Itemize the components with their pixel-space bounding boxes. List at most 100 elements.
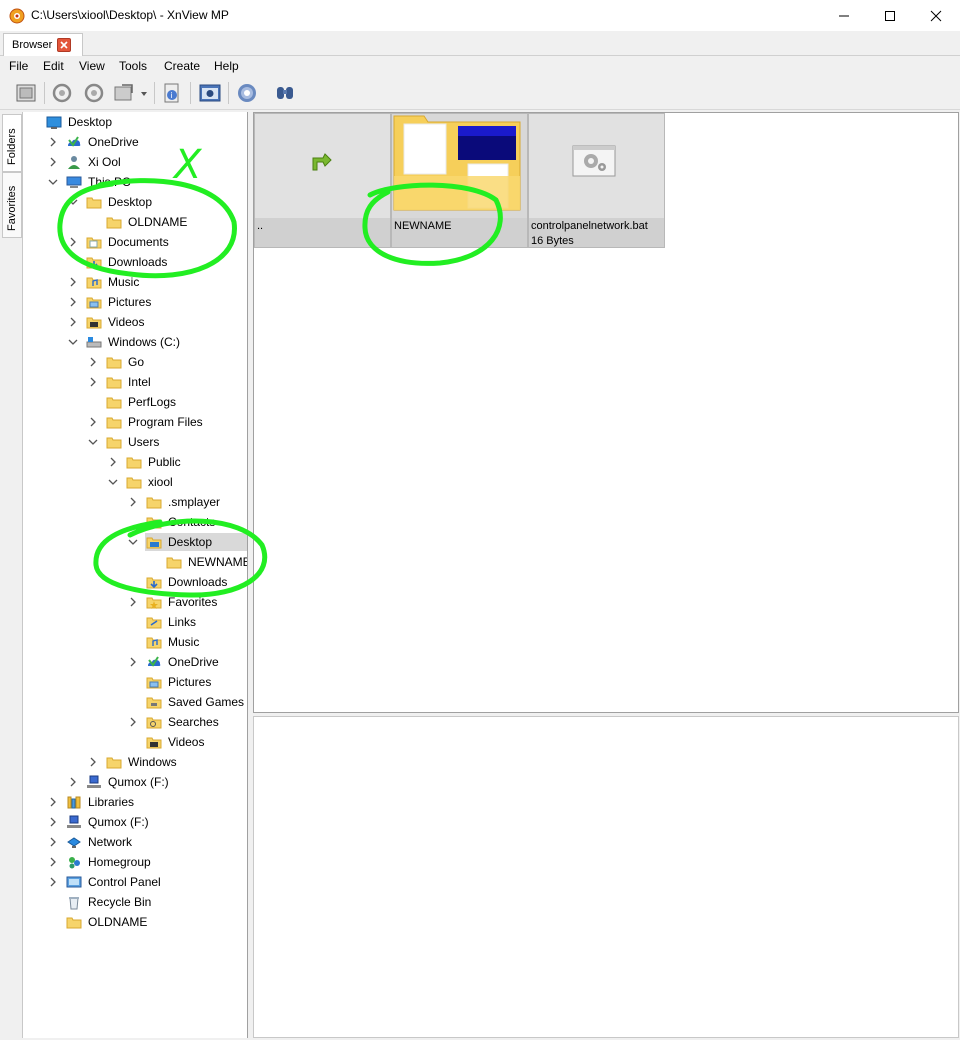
tree-item[interactable]: Users bbox=[23, 432, 247, 452]
toolbar-separator bbox=[228, 82, 229, 104]
chevron-right-icon[interactable] bbox=[107, 456, 119, 468]
tree-item[interactable]: Desktop bbox=[23, 192, 247, 212]
tree-item[interactable]: PerfLogs bbox=[23, 392, 247, 412]
tree-item-label: NEWNAME bbox=[188, 555, 248, 569]
tree-item[interactable]: Pictures bbox=[23, 292, 247, 312]
tree-item[interactable]: Downloads bbox=[23, 572, 247, 592]
chevron-down-icon[interactable] bbox=[107, 476, 119, 488]
tree-item[interactable]: Network bbox=[23, 832, 247, 852]
chevron-right-icon[interactable] bbox=[87, 756, 99, 768]
chevron-right-icon[interactable] bbox=[67, 296, 79, 308]
tree-item[interactable]: Music bbox=[23, 632, 247, 652]
side-tab-folders[interactable]: Folders bbox=[2, 114, 22, 172]
chevron-right-icon[interactable] bbox=[47, 816, 59, 828]
tree-item[interactable]: OneDrive bbox=[23, 652, 247, 672]
rotate-left-button[interactable] bbox=[50, 81, 74, 105]
tree-item[interactable]: Windows bbox=[23, 752, 247, 772]
chevron-right-icon[interactable] bbox=[47, 876, 59, 888]
chevron-right-icon[interactable] bbox=[47, 156, 59, 168]
tree-item[interactable]: Favorites bbox=[23, 592, 247, 612]
tree-item[interactable]: OLDNAME bbox=[23, 212, 247, 232]
tree-item[interactable]: Recycle Bin bbox=[23, 892, 247, 912]
tree-item[interactable]: Saved Games bbox=[23, 692, 247, 712]
tree-item[interactable]: Videos bbox=[23, 732, 247, 752]
side-tab-favorites[interactable]: Favorites bbox=[2, 172, 22, 238]
find-button[interactable] bbox=[273, 81, 297, 105]
chevron-right-icon[interactable] bbox=[127, 716, 139, 728]
thumbnail-item[interactable]: .. bbox=[254, 113, 391, 248]
minimize-button[interactable] bbox=[821, 0, 867, 31]
tree-item[interactable]: xiool bbox=[23, 472, 247, 492]
tree-item[interactable]: Qumox (F:) bbox=[23, 812, 247, 832]
chevron-right-icon[interactable] bbox=[47, 856, 59, 868]
tree-item[interactable]: Public bbox=[23, 452, 247, 472]
capture-button[interactable] bbox=[198, 81, 222, 105]
tree-item[interactable]: Libraries bbox=[23, 792, 247, 812]
fullscreen-button[interactable] bbox=[14, 81, 38, 105]
tree-item[interactable]: Desktop bbox=[23, 532, 247, 552]
chevron-right-icon[interactable] bbox=[67, 236, 79, 248]
settings-button[interactable] bbox=[235, 81, 259, 105]
chevron-down-icon[interactable] bbox=[67, 196, 79, 208]
tree-item[interactable]: Program Files bbox=[23, 412, 247, 432]
menu-edit[interactable]: Edit bbox=[43, 59, 64, 73]
tree-item[interactable]: Homegroup bbox=[23, 852, 247, 872]
tree-item[interactable]: Downloads bbox=[23, 252, 247, 272]
tree-item[interactable]: .smplayer bbox=[23, 492, 247, 512]
tree-item[interactable]: Documents bbox=[23, 232, 247, 252]
tree-item[interactable]: Qumox (F:) bbox=[23, 772, 247, 792]
close-icon bbox=[930, 10, 942, 21]
tree-item-label: Intel bbox=[128, 375, 151, 389]
tree-item[interactable]: Music bbox=[23, 272, 247, 292]
close-window-button[interactable] bbox=[913, 0, 959, 31]
chevron-right-icon[interactable] bbox=[47, 796, 59, 808]
chevron-right-icon[interactable] bbox=[67, 776, 79, 788]
chevron-down-icon[interactable] bbox=[127, 536, 139, 548]
chevron-right-icon[interactable] bbox=[87, 376, 99, 388]
menu-view[interactable]: View bbox=[79, 59, 105, 73]
chevron-right-icon[interactable] bbox=[87, 416, 99, 428]
tree-item-label: Program Files bbox=[128, 415, 203, 429]
chevron-right-icon[interactable] bbox=[47, 836, 59, 848]
tree-item[interactable]: NEWNAME bbox=[23, 552, 248, 572]
menu-tools[interactable]: Tools bbox=[119, 59, 147, 73]
menu-help[interactable]: Help bbox=[214, 59, 239, 73]
transform-button[interactable] bbox=[112, 81, 147, 105]
tree-item[interactable]: Intel bbox=[23, 372, 247, 392]
chevron-right-icon[interactable] bbox=[67, 316, 79, 328]
tree-item[interactable]: Contacts bbox=[23, 512, 247, 532]
searches-icon bbox=[146, 717, 162, 729]
menu-file[interactable]: File bbox=[9, 59, 28, 73]
tree-item[interactable]: Searches bbox=[23, 712, 247, 732]
tree-item[interactable]: OneDrive bbox=[23, 132, 247, 152]
rotate-right-button[interactable] bbox=[82, 81, 106, 105]
tree-item[interactable]: Control Panel bbox=[23, 872, 247, 892]
side-tab-label: Favorites bbox=[6, 185, 18, 231]
tree-item[interactable]: Videos bbox=[23, 312, 247, 332]
chevron-right-icon[interactable] bbox=[87, 356, 99, 368]
tree-item[interactable]: OLDNAME bbox=[23, 912, 247, 932]
tab-browser[interactable]: Browser bbox=[3, 33, 83, 56]
tree-item[interactable]: Go bbox=[23, 352, 247, 372]
thumbnail-item[interactable]: controlpanelnetwork.bat 16 Bytes bbox=[528, 113, 665, 248]
chevron-right-icon[interactable] bbox=[47, 136, 59, 148]
chevron-right-icon[interactable] bbox=[67, 276, 79, 288]
chevron-right-icon[interactable] bbox=[127, 656, 139, 668]
tree-item[interactable]: Pictures bbox=[23, 672, 247, 692]
tree-item[interactable]: Desktop bbox=[23, 112, 247, 132]
info-button[interactable]: i bbox=[160, 81, 184, 105]
chevron-right-icon[interactable] bbox=[127, 496, 139, 508]
tree-item[interactable]: Xi Ool bbox=[23, 152, 247, 172]
chevron-down-icon[interactable] bbox=[47, 176, 59, 188]
maximize-button[interactable] bbox=[867, 0, 913, 31]
tab-close-button[interactable] bbox=[57, 38, 71, 52]
chevron-right-icon[interactable] bbox=[127, 596, 139, 608]
tree-item[interactable]: Windows (C:) bbox=[23, 332, 247, 352]
thumbnail-caption: NEWNAME bbox=[392, 218, 527, 247]
chevron-down-icon[interactable] bbox=[87, 436, 99, 448]
tree-item[interactable]: This PC bbox=[23, 172, 247, 192]
chevron-down-icon[interactable] bbox=[67, 336, 79, 348]
menu-create[interactable]: Create bbox=[164, 59, 200, 73]
thumbnail-item[interactable]: NEWNAME bbox=[391, 113, 528, 248]
tree-item[interactable]: Links bbox=[23, 612, 247, 632]
